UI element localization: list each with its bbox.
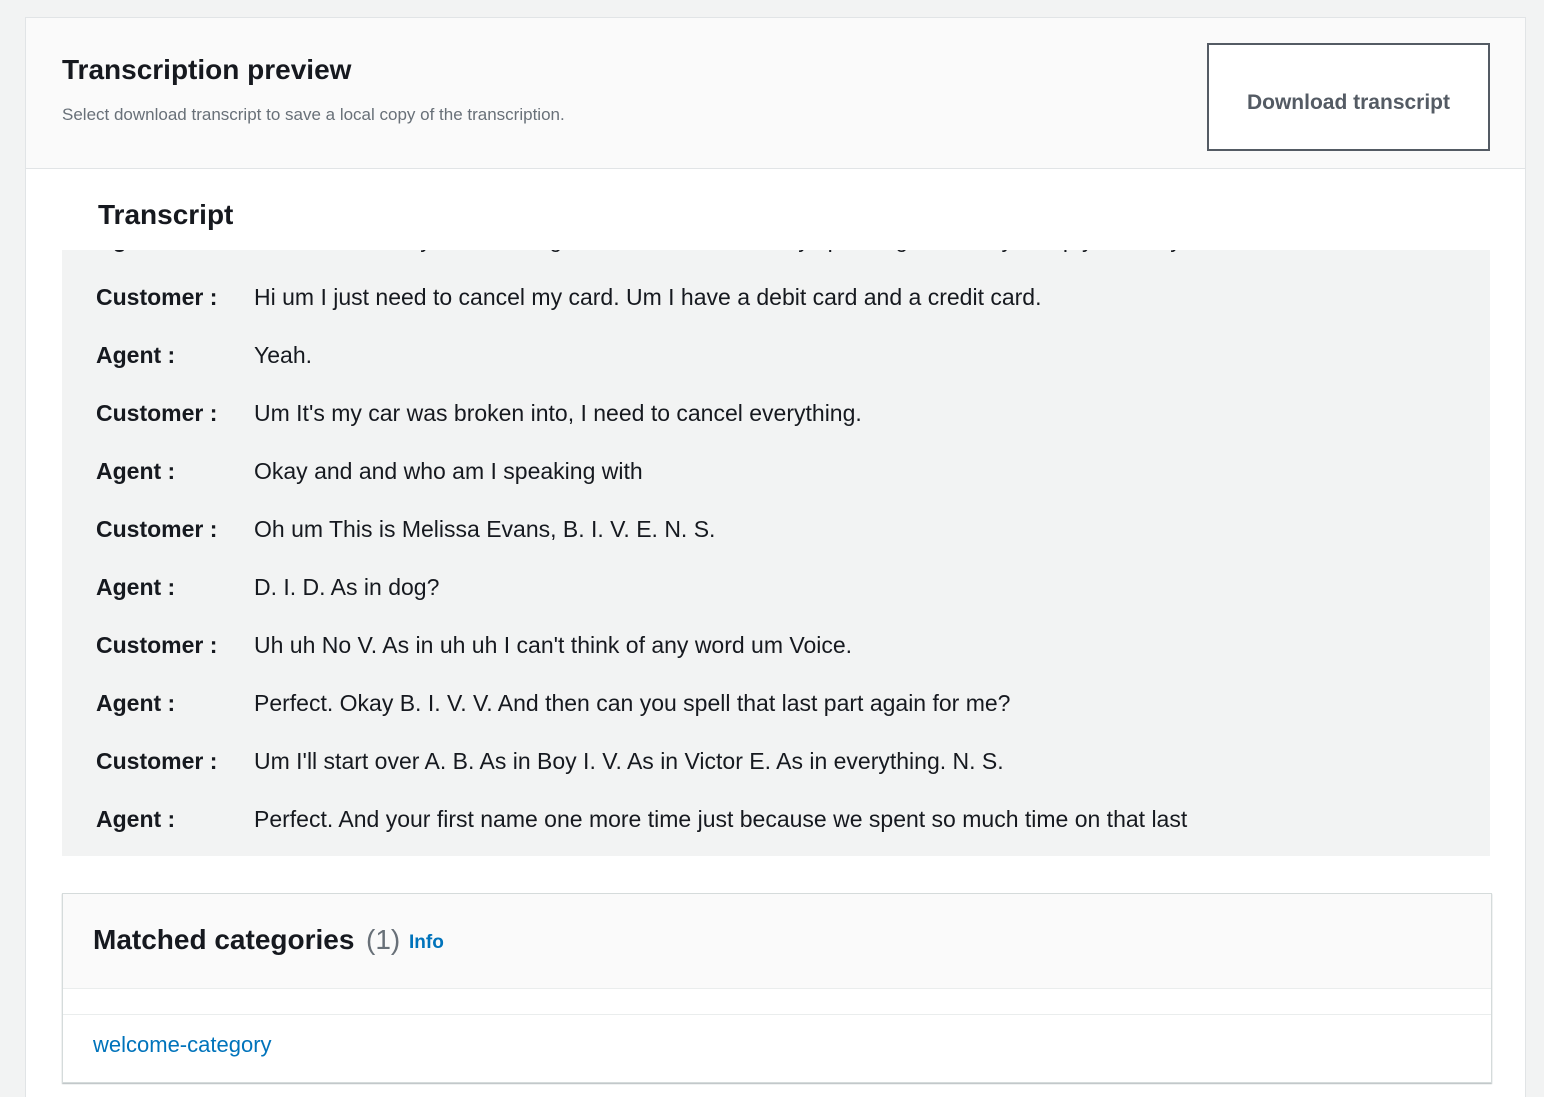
speaker-label: Agent : [96,458,176,484]
transcript-heading: Transcript [98,199,234,230]
transcript-line: Melissa? [62,848,1490,856]
transcript-line: Customer : Um It's my car was broken into… [62,384,1490,442]
speaker-label: Agent : [96,250,175,268]
utterance-text: Um It's my car was broken into, I need t… [254,400,862,426]
transcript-line: Customer : Hi um I just need to cancel my… [62,268,1490,326]
utterance-text: Perfect. And your first name one more ti… [254,806,1188,832]
category-link-welcome[interactable]: welcome-category [93,1032,272,1058]
categories-title: Matched categories [93,924,355,955]
utterance-text: Okay and and who am I speaking with [254,458,643,484]
panel-description: Select download transcript to save a loc… [62,105,565,124]
info-link[interactable]: Info [409,932,444,954]
panel-title: Transcription preview [62,54,352,85]
speaker-label: Agent : [96,690,176,716]
matched-categories-panel: Matched categories (1) Info welcome-cate… [62,893,1492,1083]
transcript-line: Customer : Um I'll start over A. B. As in… [62,732,1490,790]
download-transcript-button[interactable]: Download transcript [1207,43,1490,151]
utterance-text: D. I. D. As in dog? [254,574,440,600]
utterance-text: Oh um This is Melissa Evans, B. I. V. E.… [254,516,716,542]
transcript-line: Agent : Perfect. And your first name one … [62,790,1490,848]
speaker-label: Customer : [96,400,218,426]
utterance-text: Uh uh No V. As in uh uh I can't think of… [254,632,853,658]
transcript-line: Agent : Yeah. [62,326,1490,384]
transcript-line: Customer : Uh uh No V. As in uh uh I can'… [62,616,1490,674]
panel-header: Transcription preview Select download tr… [26,18,1525,169]
utterance-text: Perfect. Okay B. I. V. V. And then can y… [254,690,1011,716]
speaker-label: Customer : [96,516,218,542]
utterance-text: Um I'll start over A. B. As in Boy I. V.… [254,748,1004,774]
categories-count: (1) [366,924,401,955]
speaker-label: Agent : [96,806,176,832]
utterance-text: Hello and thank you for calling the bank… [254,250,1195,268]
categories-divider [63,1014,1491,1015]
speaker-label: Agent : [96,574,176,600]
transcript-line: Agent : Hello and thank you for calling t… [62,250,1490,268]
speaker-label: Customer : [96,632,218,658]
transcription-preview-panel: Transcription preview Select download tr… [25,17,1526,1097]
speaker-label: Agent : [96,342,176,368]
transcript-scroll-area[interactable]: Agent : Hello and thank you for calling t… [62,250,1490,856]
categories-header: Matched categories (1) Info [63,894,1491,989]
utterance-text: Yeah. [254,342,312,368]
transcript-line: Agent : Perfect. Okay B. I. V. V. And the… [62,674,1490,732]
speaker-label: Customer : [96,748,218,774]
transcript-line: Customer : Oh um This is Melissa Evans, B… [62,500,1490,558]
transcript-lines: Agent : Hello and thank you for calling t… [62,250,1490,856]
transcript-line: Agent : D. I. D. As in dog? [62,558,1490,616]
utterance-text: Hi um I just need to cancel my card. Um … [254,284,1042,310]
utterance-text: Melissa? [254,848,345,856]
transcript-line: Agent : Okay and and who am I speaking wi… [62,442,1490,500]
speaker-label: Customer : [96,284,218,310]
